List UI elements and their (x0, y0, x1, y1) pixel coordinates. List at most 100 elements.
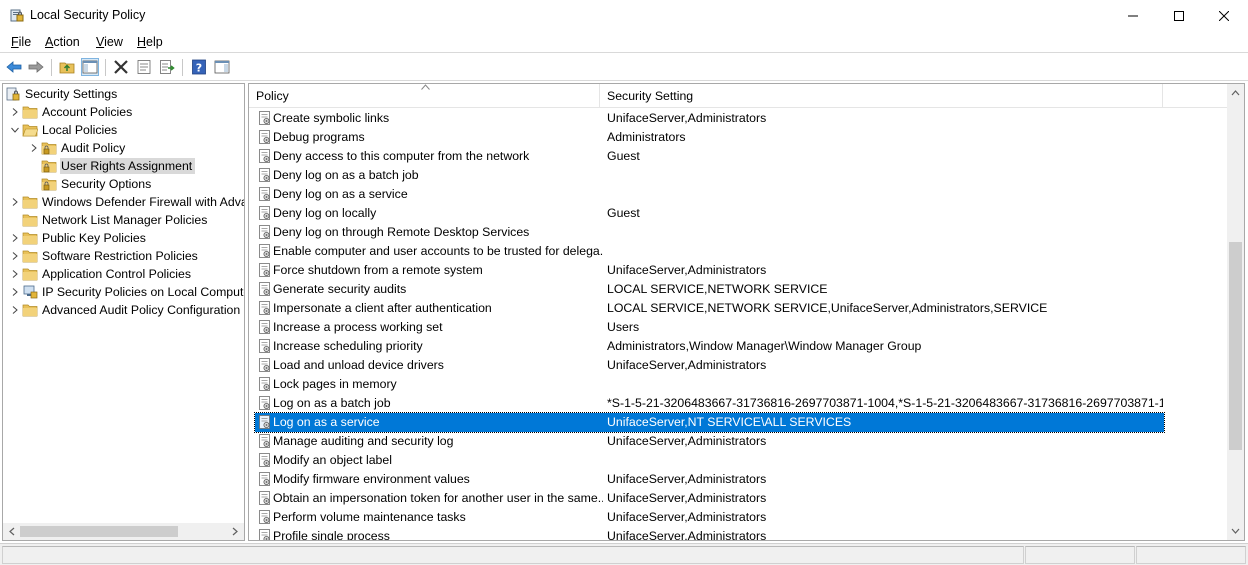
table-row[interactable]: Deny log on through Remote Desktop Servi… (255, 223, 1164, 242)
tree-item-local-policies[interactable]: Local Policies (8, 121, 120, 139)
forward-button[interactable] (27, 58, 45, 76)
table-row[interactable]: Deny log on as a batch job (255, 166, 1164, 185)
table-row[interactable]: Deny log on locally Guest (255, 204, 1164, 223)
security-setting-value: Administrators (607, 130, 686, 144)
table-row[interactable]: Log on as a service UnifaceServer,NT SERV… (254, 412, 1165, 433)
policy-name: Deny log on through Remote Desktop Servi… (273, 225, 530, 239)
tree-item-network-list-manager[interactable]: Network List Manager Policies (8, 211, 210, 229)
tree-item-account-policies[interactable]: Account Policies (8, 103, 135, 121)
policy-list[interactable]: Policy Security Setting Create symbolic … (248, 83, 1245, 541)
chevron-right-icon[interactable] (8, 103, 22, 121)
tree-item-software-restriction[interactable]: Software Restriction Policies (8, 247, 201, 265)
table-row[interactable]: Deny access to this computer from the ne… (255, 147, 1164, 166)
security-setting-value: Administrators,Window Manager\Window Man… (607, 339, 922, 353)
scrollbar-thumb[interactable] (1229, 242, 1242, 450)
chevron-right-icon[interactable] (8, 283, 22, 301)
tree-item-user-rights-assignment[interactable]: User Rights Assignment (27, 157, 196, 175)
chevron-right-icon[interactable] (8, 301, 22, 319)
tree-item-audit-policy[interactable]: Audit Policy (27, 139, 128, 157)
minimize-button[interactable] (1110, 0, 1156, 31)
table-row[interactable]: Load and unload device drivers UnifaceSer… (255, 356, 1164, 375)
table-row[interactable]: Log on as a batch job *S-1-5-21-320648366… (255, 394, 1164, 413)
menu-action[interactable]: Action (45, 35, 80, 49)
table-row[interactable]: Deny log on as a service (255, 185, 1164, 204)
back-button[interactable] (5, 58, 23, 76)
chevron-right-icon[interactable] (8, 247, 22, 265)
scroll-down-icon[interactable] (1231, 527, 1240, 535)
help-button[interactable]: ? (190, 58, 208, 76)
tree-horizontal-scrollbar[interactable] (3, 523, 244, 540)
menu-bar: File Action View Help (0, 31, 1248, 53)
table-row[interactable]: Obtain an impersonation token for anothe… (255, 489, 1164, 508)
chevron-right-icon[interactable] (8, 265, 22, 283)
table-row[interactable]: Enable computer and user accounts to be … (255, 242, 1164, 261)
export-list-button[interactable] (158, 58, 176, 76)
table-row[interactable]: Manage auditing and security log UnifaceS… (255, 432, 1164, 451)
chevron-down-icon[interactable] (8, 121, 22, 139)
tree-item-security-options[interactable]: Security Options (27, 175, 154, 193)
close-button[interactable] (1201, 0, 1247, 31)
export-list-icon (160, 60, 175, 74)
folder-icon (22, 194, 38, 210)
tree-item-windows-defender-firewall[interactable]: Windows Defender Firewall with Advanced … (8, 193, 244, 211)
scroll-up-icon[interactable] (1231, 89, 1240, 97)
table-row[interactable]: Modify firmware environment values Unifac… (255, 470, 1164, 489)
tree-item-security-settings[interactable]: Security Settings (5, 85, 120, 103)
menu-view[interactable]: View (96, 35, 123, 49)
up-one-level-button[interactable] (58, 58, 76, 76)
show-hide-console-tree-button[interactable] (81, 58, 99, 76)
security-setting-value: LOCAL SERVICE,NETWORK SERVICE,UnifaceSer… (607, 301, 1048, 315)
minimize-icon (1128, 15, 1138, 16)
maximize-button[interactable] (1156, 0, 1202, 31)
policy-setting-icon (259, 206, 270, 220)
tree-item-ip-security[interactable]: IP Security Policies on Local Computer (8, 283, 244, 301)
scroll-left-icon[interactable] (8, 527, 16, 536)
folder-icon (22, 248, 38, 264)
tree-item-advanced-audit[interactable]: Advanced Audit Policy Configuration (8, 301, 243, 319)
menu-help[interactable]: Help (137, 35, 163, 49)
policy-setting-icon (259, 529, 270, 540)
list-vertical-scrollbar[interactable] (1227, 84, 1244, 540)
chevron-right-icon[interactable] (8, 229, 22, 247)
tree-item-label: Application Control Policies (42, 267, 192, 281)
security-setting-value: UnifaceServer,Administrators (607, 263, 767, 277)
up-folder-icon (59, 62, 75, 74)
table-row[interactable]: Perform volume maintenance tasks UnifaceS… (255, 508, 1164, 527)
security-setting-value: LOCAL SERVICE,NETWORK SERVICE (607, 282, 828, 296)
security-setting-value: UnifaceServer,Administrators (607, 472, 767, 486)
table-row[interactable]: Increase scheduling priority Administrato… (255, 337, 1164, 356)
delete-button[interactable] (112, 58, 130, 76)
table-row[interactable]: Lock pages in memory (255, 375, 1164, 394)
policy-setting-icon (259, 187, 270, 201)
policy-setting-icon (259, 320, 270, 334)
column-header-policy[interactable]: Policy (249, 84, 600, 108)
policy-setting-icon (259, 434, 270, 448)
tree-item-public-key-policies[interactable]: Public Key Policies (8, 229, 149, 247)
sort-ascending-icon (421, 84, 430, 90)
table-row[interactable]: Increase a process working set Users (255, 318, 1164, 337)
properties-button[interactable] (135, 58, 153, 76)
toolbar-separator (51, 59, 52, 76)
table-row[interactable]: Generate security audits LOCAL SERVICE,NE… (255, 280, 1164, 299)
tree-item-label: Account Policies (42, 105, 133, 119)
table-row[interactable]: Impersonate a client after authenticatio… (255, 299, 1164, 318)
policy-name: Perform volume maintenance tasks (273, 510, 466, 524)
table-row[interactable]: Profile single process UnifaceServer,Admi… (255, 527, 1164, 540)
column-header-security-setting[interactable]: Security Setting (600, 84, 1163, 108)
show-hide-action-pane-button[interactable] (213, 58, 231, 76)
tree-item-application-control[interactable]: Application Control Policies (8, 265, 194, 283)
table-row[interactable]: Modify an object label (255, 451, 1164, 470)
scrollbar-thumb[interactable] (20, 526, 178, 537)
table-row[interactable]: Force shutdown from a remote system Unifa… (255, 261, 1164, 280)
table-row[interactable]: Create symbolic links UnifaceServer,Admin… (255, 109, 1164, 128)
help-icon: ? (192, 59, 206, 75)
scroll-right-icon[interactable] (231, 527, 239, 536)
policy-name: Manage auditing and security log (273, 434, 454, 448)
toolbar-separator (182, 59, 183, 76)
table-row[interactable]: Debug programs Administrators (255, 128, 1164, 147)
chevron-right-icon[interactable] (8, 193, 22, 211)
console-tree[interactable]: Security Settings Account Policies Local… (2, 83, 245, 541)
chevron-right-icon[interactable] (27, 139, 41, 157)
menu-file[interactable]: File (11, 35, 31, 49)
